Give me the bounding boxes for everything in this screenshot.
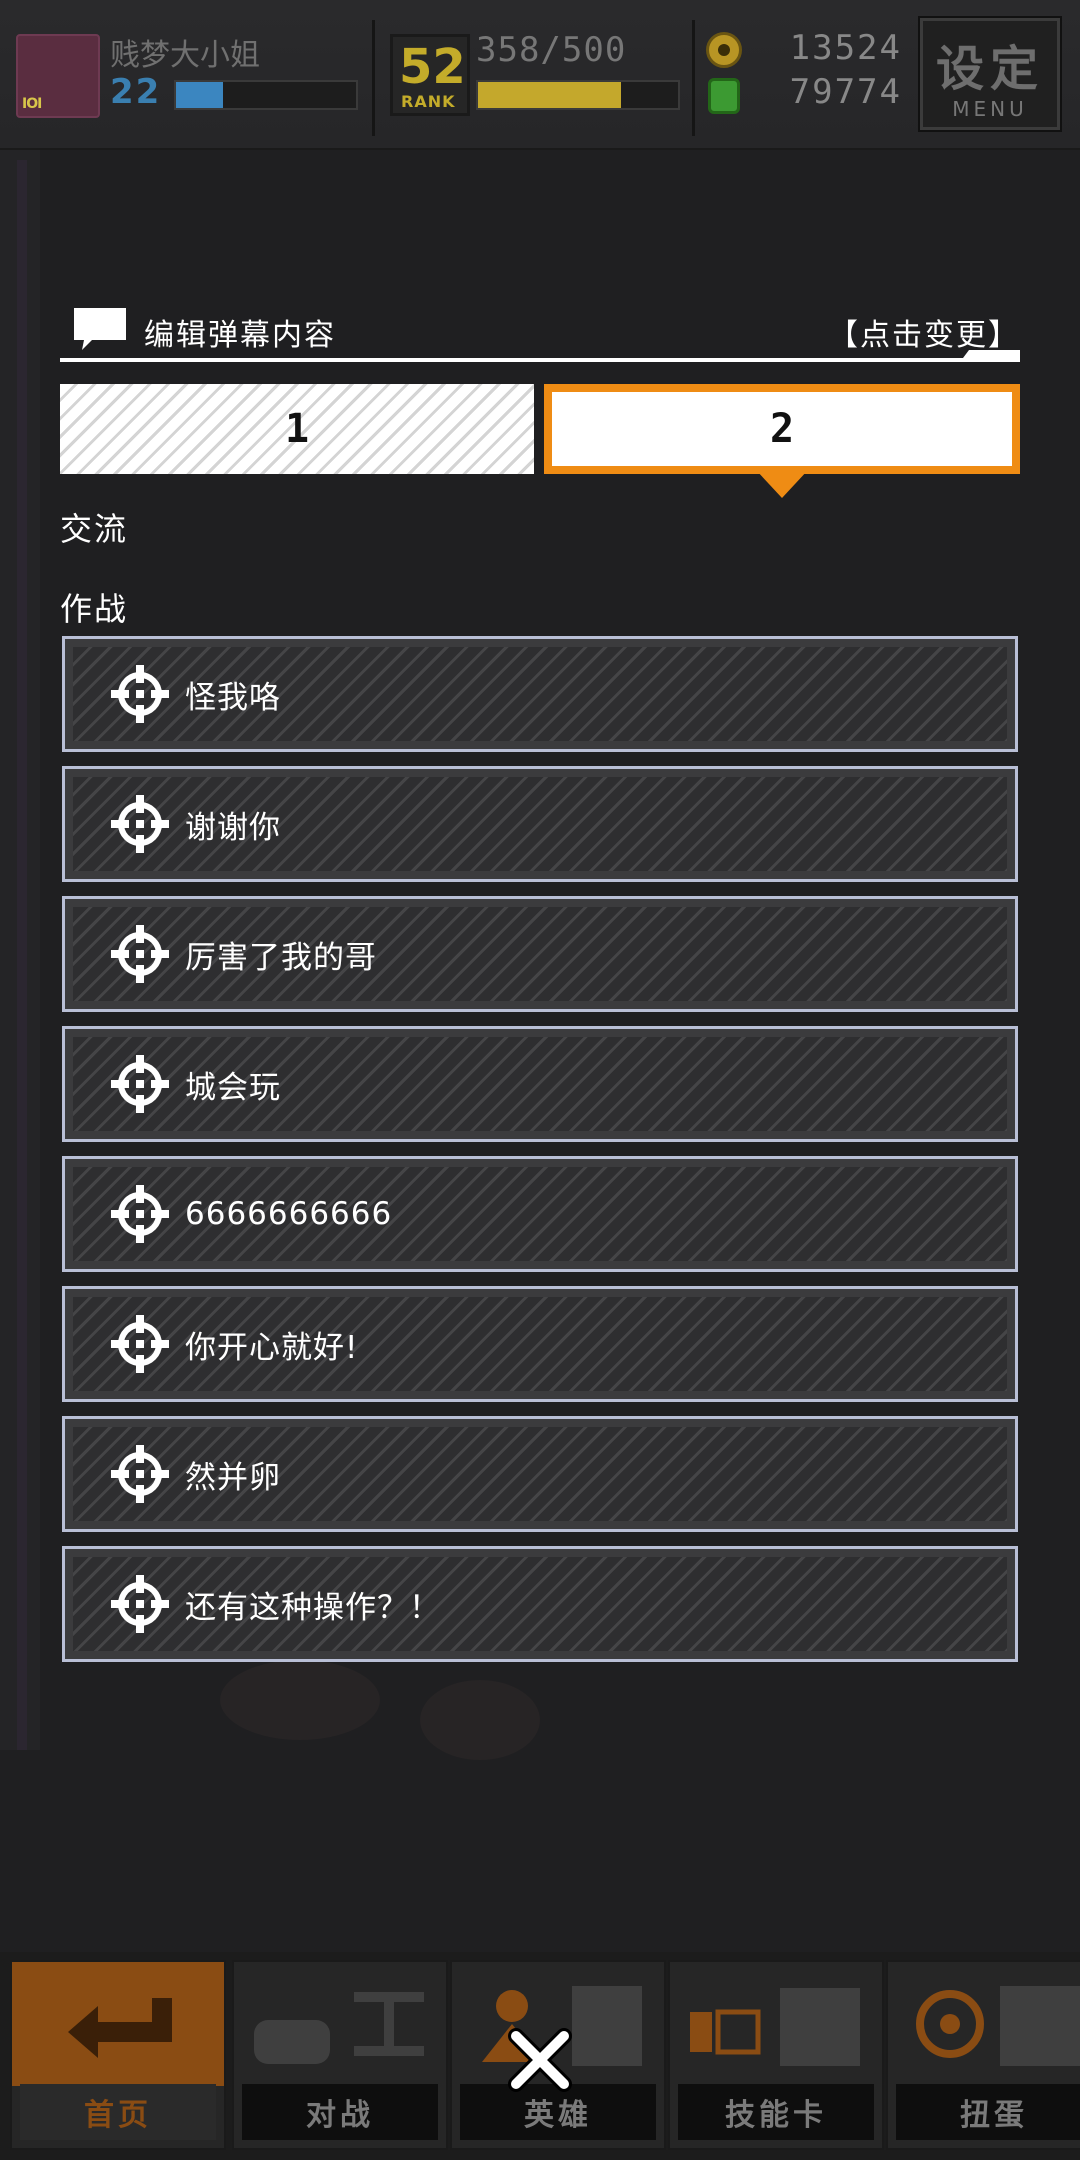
home-return-icon bbox=[68, 1998, 172, 2058]
nav-label: 首页 bbox=[20, 2084, 216, 2140]
change-link[interactable]: 【点击变更】 bbox=[828, 310, 1020, 354]
nav-item-skill-card[interactable]: 技能卡 bbox=[668, 1960, 884, 2150]
list-item-text: 谢谢你 bbox=[185, 809, 281, 846]
page-title: 编辑弹幕内容 bbox=[144, 318, 336, 353]
avatar-badge: IOI bbox=[22, 96, 42, 112]
selected-tab-pointer bbox=[756, 470, 808, 498]
nav-label: 扭蛋 bbox=[896, 2084, 1080, 2140]
list-item[interactable]: 城会玩 bbox=[62, 1026, 1018, 1142]
nav-icon-area bbox=[888, 1962, 1080, 2086]
xp-bar bbox=[174, 80, 358, 110]
coin-count: 13524 bbox=[789, 28, 902, 68]
crosshair-icon bbox=[111, 1185, 169, 1243]
list-item[interactable]: 怪我咯 bbox=[62, 636, 1018, 752]
divider bbox=[692, 20, 695, 136]
list-item-text: 你开心就好! bbox=[185, 1329, 359, 1366]
list-item[interactable]: 厉害了我的哥 bbox=[62, 896, 1018, 1012]
crosshair-icon bbox=[111, 1445, 169, 1503]
player-name: 贱梦大小姐 bbox=[110, 38, 260, 73]
tab-label: 2 bbox=[769, 406, 795, 452]
nav-item-battle[interactable]: 对战 bbox=[232, 1960, 448, 2150]
xp-bar-fill bbox=[176, 82, 223, 108]
header-underline-tab bbox=[960, 350, 1020, 362]
nav-item-gacha[interactable]: 扭蛋 bbox=[886, 1960, 1080, 2150]
list-item-text: 厉害了我的哥 bbox=[185, 939, 377, 976]
list-item-text: 怪我咯 bbox=[185, 679, 281, 716]
list-item[interactable]: 还有这种操作？！ bbox=[62, 1546, 1018, 1662]
crosshair-icon bbox=[111, 1575, 169, 1633]
header-underline bbox=[60, 358, 1020, 362]
menu-label-main: 设定 bbox=[935, 41, 1044, 97]
list-item-text: 6666666666 bbox=[185, 1196, 393, 1232]
stamina-bar-fill bbox=[478, 82, 622, 108]
rank-badge: 52 RANK bbox=[390, 34, 470, 116]
barrage-phrase-list: 怪我咯 谢谢你 厉害了我的哥 城会玩 6666666666 你开心就好! 然并卵… bbox=[62, 636, 1018, 1676]
stamina-text: 358/500 bbox=[476, 30, 627, 70]
settings-menu-button[interactable]: 设定 MENU bbox=[918, 16, 1062, 132]
gold-coin-icon bbox=[706, 32, 742, 68]
stamina-bar bbox=[476, 80, 680, 110]
nav-icon-area bbox=[234, 1962, 446, 2086]
list-item[interactable]: 谢谢你 bbox=[62, 766, 1018, 882]
nav-item-home[interactable]: 首页 bbox=[10, 1960, 226, 2150]
tab-page-2[interactable]: 2 bbox=[544, 384, 1020, 474]
section-label-exchange: 交流 bbox=[60, 510, 129, 548]
nav-label: 技能卡 bbox=[678, 2084, 874, 2140]
crosshair-icon bbox=[111, 925, 169, 983]
section-label-battle: 作战 bbox=[60, 590, 129, 628]
close-button[interactable] bbox=[506, 2026, 574, 2094]
nav-icon-area bbox=[12, 1962, 224, 2086]
nav-icon-area bbox=[670, 1962, 882, 2086]
menu-label-sub: MENU bbox=[952, 97, 1028, 121]
player-level: 22 bbox=[110, 72, 162, 112]
list-item-text: 然并卵 bbox=[185, 1459, 281, 1496]
green-gem-icon bbox=[708, 78, 740, 114]
tab-label: 1 bbox=[284, 406, 310, 452]
skill-card-icon bbox=[690, 1988, 860, 2066]
gacha-icon bbox=[916, 1986, 1080, 2066]
chat-bubble-icon bbox=[74, 308, 126, 350]
list-item[interactable]: 6666666666 bbox=[62, 1156, 1018, 1272]
divider bbox=[372, 20, 375, 136]
tab-page-1[interactable]: 1 bbox=[60, 384, 534, 474]
crosshair-icon bbox=[111, 1315, 169, 1373]
player-avatar[interactable]: IOI bbox=[16, 34, 100, 118]
list-item-text: 还有这种操作？！ bbox=[185, 1589, 441, 1626]
rank-number: 52 bbox=[399, 39, 466, 95]
list-item[interactable]: 然并卵 bbox=[62, 1416, 1018, 1532]
list-item-text: 城会玩 bbox=[185, 1069, 281, 1106]
close-icon bbox=[508, 2028, 572, 2092]
nav-label: 对战 bbox=[242, 2084, 438, 2140]
crosshair-icon bbox=[111, 665, 169, 723]
crosshair-icon bbox=[111, 1055, 169, 1113]
gamepad-icon bbox=[254, 1992, 424, 2064]
list-item[interactable]: 你开心就好! bbox=[62, 1286, 1018, 1402]
edit-barrage-header: 编辑弹幕内容 【点击变更】 bbox=[60, 300, 1020, 362]
crosshair-icon bbox=[111, 795, 169, 853]
gem-count: 79774 bbox=[789, 72, 902, 112]
top-status-bar: IOI 贱梦大小姐 22 52 RANK 358/500 13524 79774… bbox=[0, 0, 1080, 150]
rank-label: RANK bbox=[401, 92, 456, 111]
